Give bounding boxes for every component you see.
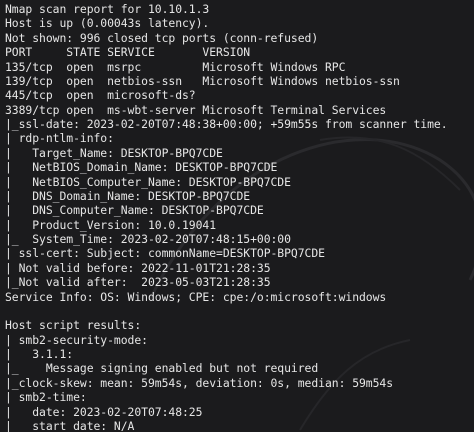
terminal-line: | ssl-cert: Subject: commonName=DESKTOP-…	[5, 246, 325, 261]
terminal-line: Host is up (0.00043s latency).	[5, 16, 210, 31]
terminal-line: 3389/tcp open ms-wbt-server Microsoft Te…	[5, 102, 387, 117]
terminal-window[interactable]: Nmap scan report for 10.10.1.3 Host is up…	[0, 0, 474, 432]
terminal-line: | NetBIOS_Computer_Name: DESKTOP-BPQ7CDE	[5, 174, 291, 189]
terminal-line: Nmap scan report for 10.10.1.3	[5, 2, 210, 16]
terminal-line: | NetBIOS_Domain_Name: DESKTOP-BPQ7CDE	[5, 160, 278, 175]
terminal-line: 139/tcp open netbios-ssn Microsoft Windo…	[5, 73, 400, 88]
terminal-line: | Target_Name: DESKTOP-BPQ7CDE	[5, 145, 223, 160]
terminal-line: | smb2-time:	[5, 390, 87, 405]
terminal-line: | smb2-security-mode:	[5, 332, 148, 347]
terminal-line: |_clock-skew: mean: 59m54s, deviation: 0…	[5, 375, 394, 390]
terminal-line: | DNS_Domain_Name: DESKTOP-BPQ7CDE	[5, 188, 251, 203]
terminal-line: |_Not valid after: 2023-05-03T21:28:35	[5, 275, 271, 290]
terminal-line: 445/tcp open microsoft-ds?	[5, 88, 196, 103]
terminal-line: PORT STATE SERVICE VERSION	[5, 45, 251, 60]
terminal-line: |_ssl-date: 2023-02-20T07:48:38+00:00; +…	[5, 117, 448, 131]
terminal-line: |_ System_Time: 2023-02-20T07:48:15+00:0…	[5, 232, 291, 246]
terminal-line: Not shown: 996 closed tcp ports (conn-re…	[5, 30, 319, 45]
terminal-line: 135/tcp open msrpc Microsoft Windows RPC	[5, 59, 346, 74]
terminal-line: | Not valid before: 2022-11-01T21:28:35	[5, 260, 271, 275]
terminal-output: Nmap scan report for 10.10.1.3 Host is up…	[5, 2, 448, 432]
terminal-line: | rdp-ntlm-info:	[5, 131, 114, 146]
terminal-line: | DNS_Computer_Name: DESKTOP-BPQ7CDE	[5, 203, 264, 218]
terminal-line: |_ start_date: N/A	[5, 418, 135, 432]
terminal-line: | date: 2023-02-20T07:48:25	[5, 404, 203, 419]
terminal-line: Host script results:	[5, 318, 142, 333]
terminal-line: Service Info: OS: Windows; CPE: cpe:/o:m…	[5, 289, 387, 304]
terminal-line: | Product_Version: 10.0.19041	[5, 217, 217, 232]
terminal-line: | 3.1.1:	[5, 347, 74, 361]
terminal-line: |_ Message signing enabled but not requi…	[5, 361, 319, 376]
